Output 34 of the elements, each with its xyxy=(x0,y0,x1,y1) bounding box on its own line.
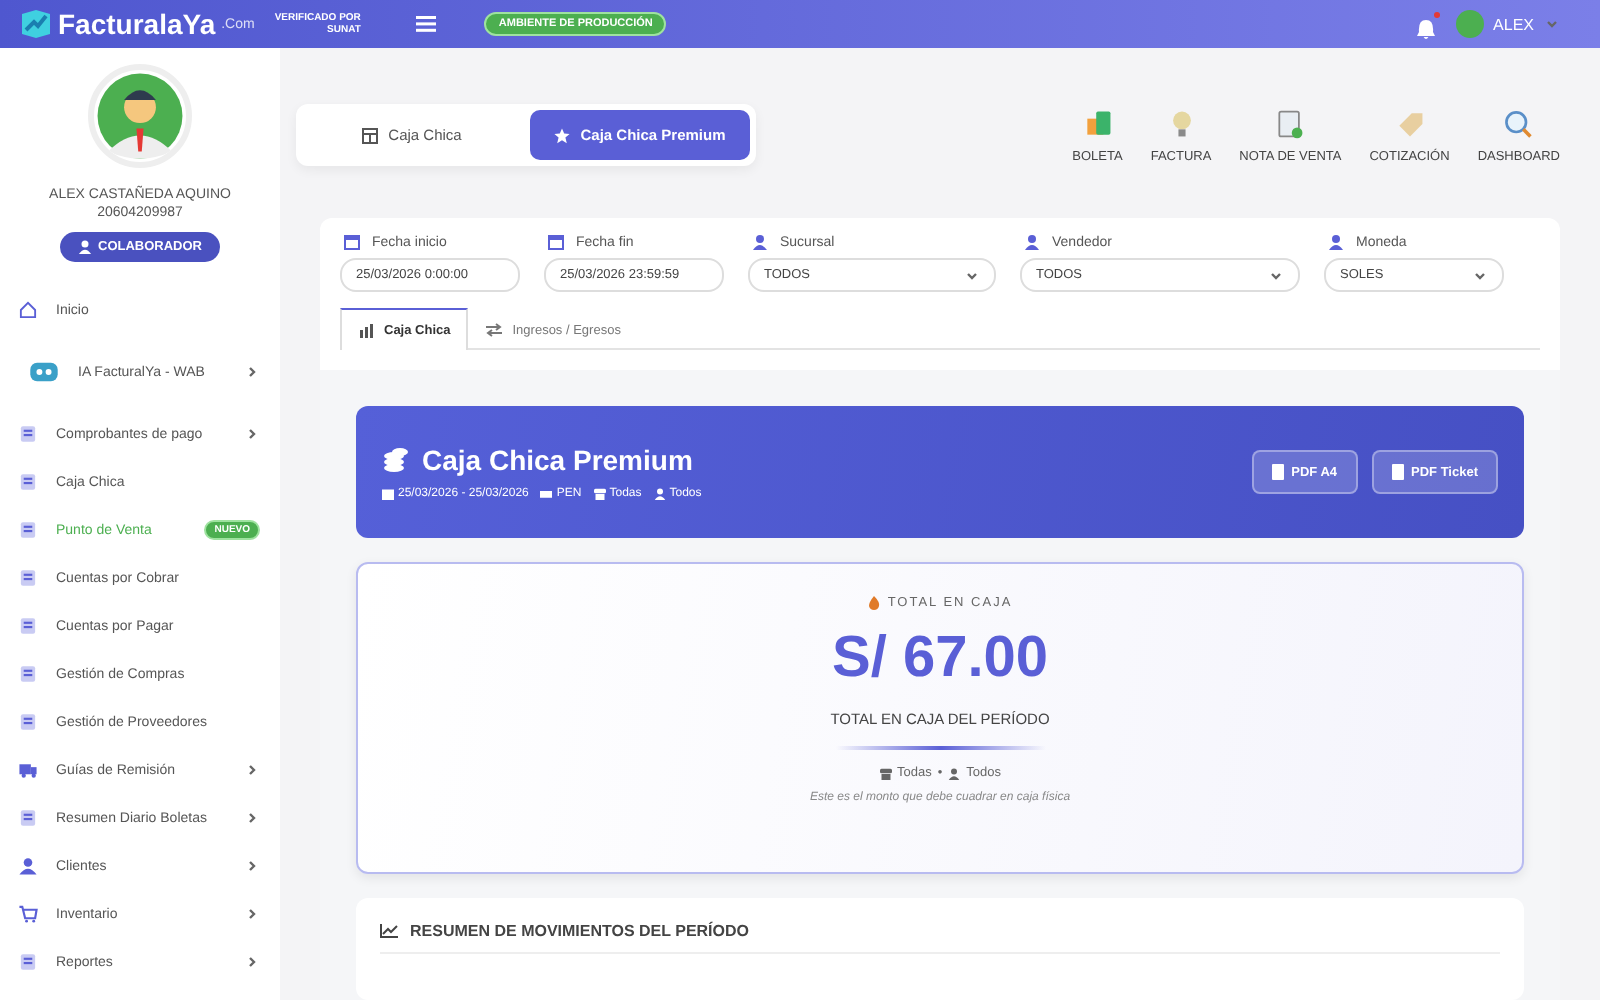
person-icon xyxy=(752,234,768,250)
table-icon xyxy=(362,127,379,143)
person-icon xyxy=(653,488,666,500)
truck-icon xyxy=(18,760,38,780)
bell-icon[interactable] xyxy=(1415,17,1436,39)
person-icon xyxy=(1328,234,1344,250)
caret-icon xyxy=(964,267,980,283)
brand-name: FacturalaYa xyxy=(58,8,216,40)
coins-icon xyxy=(382,446,410,474)
file-icon xyxy=(1271,464,1284,480)
logo-icon xyxy=(20,8,52,40)
summary-title: RESUMEN DE MOVIMIENTOS DEL PERÍODO xyxy=(410,922,750,940)
menu-icon[interactable] xyxy=(416,16,437,32)
person-icon xyxy=(948,767,961,779)
flame-icon xyxy=(867,596,880,610)
total-amount: S/ 67.00 xyxy=(831,626,1049,692)
caret-icon xyxy=(1268,267,1284,283)
star-icon xyxy=(554,127,571,143)
avatar-icon xyxy=(1455,10,1484,38)
caret-icon xyxy=(1544,16,1560,32)
avatar-icon xyxy=(88,64,192,168)
document-icon xyxy=(18,808,38,828)
document-icon xyxy=(18,424,38,444)
line-chart-icon xyxy=(380,924,398,938)
user-icon xyxy=(18,856,38,876)
person-icon xyxy=(1024,234,1040,250)
home-icon xyxy=(18,300,38,320)
banner-title: Caja Chica Premium xyxy=(422,444,693,476)
magnifier-icon xyxy=(1502,108,1535,140)
person-icon xyxy=(78,240,92,254)
user-menu[interactable]: ALEX xyxy=(1455,10,1560,38)
cart-icon xyxy=(18,904,38,924)
caret-icon xyxy=(1472,267,1488,283)
swap-icon xyxy=(486,322,503,338)
